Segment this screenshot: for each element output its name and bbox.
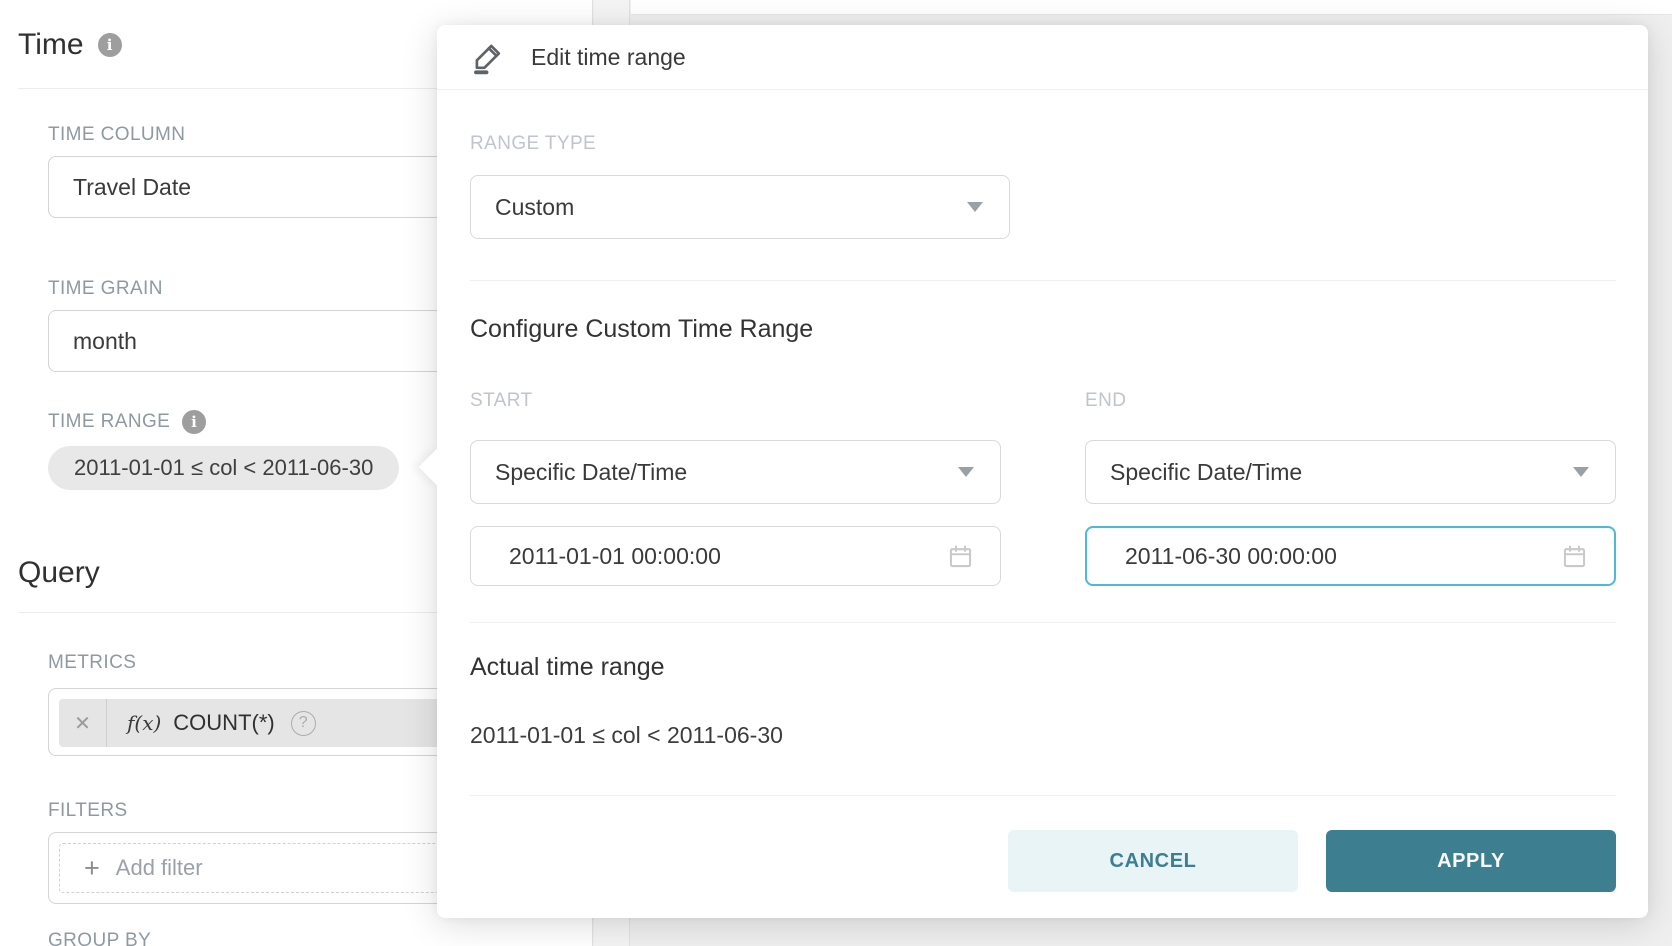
screen: Time i TIME COLUMN Travel Date TIME GRAI… bbox=[0, 0, 1672, 946]
function-icon: f(x) bbox=[127, 711, 161, 735]
section-divider bbox=[470, 622, 1616, 623]
chevron-down-icon bbox=[1573, 467, 1589, 477]
add-filter-label: Add filter bbox=[116, 855, 203, 881]
time-section-title: Time i bbox=[18, 28, 122, 62]
popover-title: Edit time range bbox=[531, 44, 686, 71]
start-label-text: START bbox=[470, 390, 533, 411]
edit-time-range-popover: Edit time range RANGE TYPE Custom Config… bbox=[437, 25, 1648, 918]
configure-heading: Configure Custom Time Range bbox=[470, 315, 813, 344]
start-mode-value: Specific Date/Time bbox=[471, 459, 958, 486]
calendar-icon[interactable] bbox=[1561, 543, 1588, 570]
end-label: END bbox=[1085, 390, 1126, 412]
range-type-label-text: RANGE TYPE bbox=[470, 133, 596, 154]
close-icon[interactable]: ✕ bbox=[59, 699, 107, 747]
query-section-title: Query bbox=[18, 556, 100, 590]
end-datetime-field bbox=[1085, 526, 1616, 586]
start-datetime-field bbox=[470, 526, 1001, 586]
apply-button[interactable]: APPLY bbox=[1326, 830, 1616, 892]
metric-chip-value: COUNT(*) bbox=[173, 710, 274, 736]
footer-divider bbox=[470, 795, 1616, 796]
plus-icon: + bbox=[84, 855, 100, 882]
metrics-label-text: METRICS bbox=[48, 652, 136, 674]
edit-pencil-icon bbox=[470, 39, 506, 75]
info-icon[interactable]: i bbox=[98, 33, 122, 57]
query-section-label: Query bbox=[18, 556, 100, 590]
range-type-value: Custom bbox=[471, 194, 967, 221]
info-icon[interactable]: i bbox=[182, 410, 206, 434]
time-section-label: Time bbox=[18, 28, 84, 62]
time-grain-value: month bbox=[49, 328, 137, 355]
filters-label: FILTERS bbox=[48, 800, 128, 822]
start-mode-select[interactable]: Specific Date/Time bbox=[470, 440, 1001, 504]
start-datetime-input[interactable] bbox=[471, 543, 947, 570]
range-type-label: RANGE TYPE bbox=[470, 133, 596, 155]
end-datetime-input[interactable] bbox=[1087, 543, 1561, 570]
time-range-pill[interactable]: 2011-01-01 ≤ col < 2011-06-30 bbox=[48, 446, 399, 490]
time-grain-label-text: TIME GRAIN bbox=[48, 278, 163, 300]
end-label-text: END bbox=[1085, 390, 1126, 411]
time-range-pill-value: 2011-01-01 ≤ col < 2011-06-30 bbox=[74, 455, 373, 481]
chevron-down-icon bbox=[958, 467, 974, 477]
time-column-label-text: TIME COLUMN bbox=[48, 124, 185, 146]
calendar-icon[interactable] bbox=[947, 543, 974, 570]
group-by-label-text: GROUP BY bbox=[48, 930, 151, 946]
time-range-label-text: TIME RANGE bbox=[48, 411, 170, 433]
actual-range-value: 2011-01-01 ≤ col < 2011-06-30 bbox=[470, 722, 783, 749]
start-label: START bbox=[470, 390, 533, 412]
end-mode-value: Specific Date/Time bbox=[1086, 459, 1573, 486]
end-mode-select[interactable]: Specific Date/Time bbox=[1085, 440, 1616, 504]
time-column-value: Travel Date bbox=[49, 174, 191, 201]
filters-label-text: FILTERS bbox=[48, 800, 128, 822]
question-icon[interactable]: ? bbox=[291, 711, 316, 736]
popover-header: Edit time range bbox=[437, 25, 1648, 90]
time-grain-label: TIME GRAIN bbox=[48, 278, 163, 300]
metrics-label: METRICS bbox=[48, 652, 136, 674]
chart-area-header-strip bbox=[631, 0, 1672, 15]
time-range-label: TIME RANGE i bbox=[48, 410, 206, 434]
section-divider bbox=[470, 280, 1616, 281]
cancel-button[interactable]: CANCEL bbox=[1008, 830, 1298, 892]
range-type-select[interactable]: Custom bbox=[470, 175, 1010, 239]
actual-range-heading: Actual time range bbox=[470, 653, 665, 682]
time-column-label: TIME COLUMN bbox=[48, 124, 185, 146]
chevron-down-icon bbox=[967, 202, 983, 212]
group-by-label: GROUP BY bbox=[48, 930, 151, 946]
